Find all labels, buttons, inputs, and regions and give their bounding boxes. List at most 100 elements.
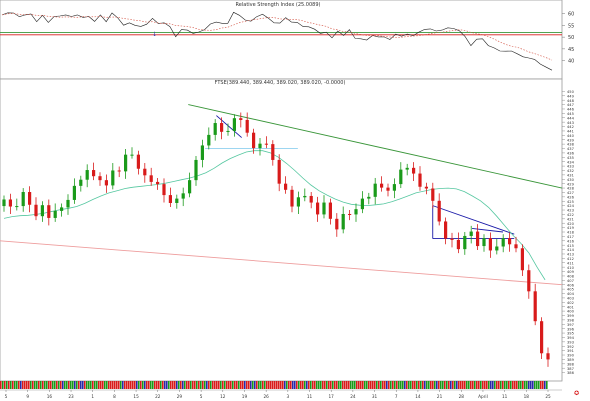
strip-segment — [544, 381, 546, 389]
strip-segment — [292, 381, 294, 389]
strip-segment — [516, 381, 518, 389]
strip-segment — [4, 381, 6, 389]
x-tick-label: April — [478, 394, 488, 399]
strip-segment — [10, 381, 12, 389]
strip-segment — [486, 381, 488, 389]
strip-segment — [46, 381, 48, 389]
price-tick-label: 414 — [567, 248, 575, 252]
strip-segment — [512, 381, 514, 389]
candle-body — [533, 291, 537, 322]
price-tick-label: 395 — [567, 332, 574, 336]
price-tick-label: 447 — [567, 103, 574, 107]
price-tick-label: 389 — [567, 358, 575, 362]
strip-segment — [8, 381, 10, 389]
strip-segment — [460, 381, 462, 389]
price-tick-label: 408 — [567, 275, 575, 279]
strip-segment — [534, 381, 536, 389]
strip-segment — [410, 381, 412, 389]
strip-segment — [112, 381, 114, 389]
x-tick-label: 18 — [524, 394, 530, 399]
strip-segment — [126, 381, 128, 389]
strip-segment — [452, 381, 454, 389]
strip-segment — [40, 381, 42, 389]
strip-segment — [74, 381, 76, 389]
strip-segment — [426, 381, 428, 389]
strip-segment — [290, 381, 292, 389]
price-tick-label: 432 — [567, 169, 574, 173]
strip-segment — [370, 381, 372, 389]
strip-segment — [304, 381, 306, 389]
candle-body — [450, 238, 454, 240]
price-tick-label: 450 — [567, 90, 575, 94]
strip-segment — [412, 381, 414, 389]
x-tick-label: 25 — [545, 394, 551, 399]
strip-segment — [428, 381, 430, 389]
price-tick-label: 424 — [567, 204, 575, 208]
candle-body — [527, 270, 531, 292]
strip-segment — [188, 381, 190, 389]
strip-segment — [66, 381, 68, 389]
x-tick-label: 8 — [113, 394, 116, 399]
strip-segment — [500, 381, 502, 389]
candle-body — [495, 246, 499, 251]
candle-body — [194, 159, 198, 181]
price-tick-label: 431 — [567, 173, 574, 177]
strip-segment — [482, 381, 484, 389]
candle-body — [258, 143, 262, 149]
candle-body — [360, 198, 364, 210]
strip-segment — [330, 381, 332, 389]
candle-body — [136, 154, 140, 169]
strip-segment — [504, 381, 506, 389]
strip-segment — [526, 381, 528, 389]
strip-segment — [120, 381, 122, 389]
strip-segment — [506, 381, 508, 389]
candle-body — [540, 321, 544, 354]
strip-segment — [150, 381, 152, 389]
strip-segment — [266, 381, 268, 389]
candle-body — [2, 199, 6, 207]
candle-body — [271, 144, 275, 160]
strip-segment — [496, 381, 498, 389]
strip-segment — [134, 381, 136, 389]
strip-segment — [476, 381, 478, 389]
candle-body — [520, 248, 524, 271]
candle-body — [40, 205, 44, 217]
strip-segment — [130, 381, 132, 389]
candle-body — [200, 145, 204, 160]
candle-body — [47, 205, 51, 218]
price-tick-label: 420 — [567, 222, 575, 226]
price-tick-label: 391 — [567, 349, 574, 353]
strip-segment — [140, 381, 142, 389]
price-tick-label: 442 — [567, 125, 574, 129]
strip-segment — [138, 381, 140, 389]
strip-segment — [490, 381, 492, 389]
strip-segment — [438, 381, 440, 389]
strip-segment — [106, 381, 108, 389]
strip-segment — [326, 381, 328, 389]
price-tick-label: 444 — [567, 116, 575, 120]
candle-body — [8, 199, 12, 207]
strip-segment — [56, 381, 58, 389]
price-tick-label: 396 — [567, 327, 575, 331]
strip-segment — [90, 381, 92, 389]
candle-body — [437, 200, 441, 222]
candle-body — [348, 213, 352, 215]
strip-segment — [446, 381, 448, 389]
candle-body — [124, 154, 128, 172]
candle-body — [28, 192, 32, 205]
price-tick-label: 411 — [567, 261, 574, 265]
price-tick-label: 426 — [567, 195, 575, 199]
candle-body — [156, 181, 160, 185]
x-tick-label: 14 — [415, 394, 421, 399]
strip-segment — [498, 381, 500, 389]
rsi-tick-label: 60 — [568, 12, 574, 18]
strip-segment — [352, 381, 354, 389]
strip-segment — [44, 381, 46, 389]
strip-segment — [456, 381, 458, 389]
strip-segment — [336, 381, 338, 389]
price-tick-label: 417 — [567, 235, 574, 239]
candle-body — [456, 239, 460, 250]
strip-segment — [52, 381, 54, 389]
candle-body — [239, 118, 243, 120]
strip-segment — [342, 381, 344, 389]
